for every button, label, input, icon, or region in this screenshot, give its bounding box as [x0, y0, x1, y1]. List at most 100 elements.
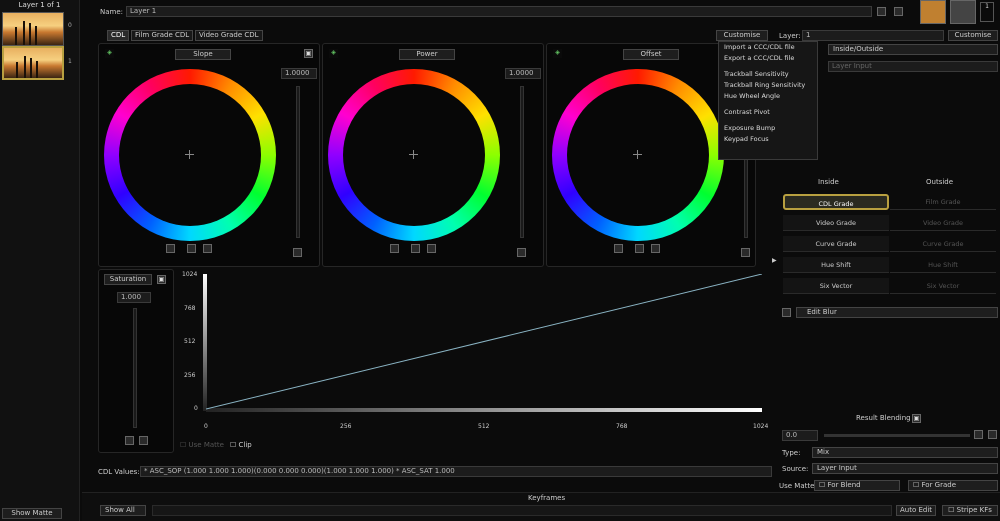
inside-header: Inside: [818, 178, 839, 186]
source-dropdown[interactable]: Layer Input: [812, 463, 998, 474]
power-panel: ◈ Power 1.0000: [322, 43, 544, 267]
sat-option-icon[interactable]: [125, 436, 134, 445]
reset-icon[interactable]: ▣: [157, 275, 166, 284]
inside-curve-grade-button[interactable]: Curve Grade: [783, 236, 889, 252]
reset-icon[interactable]: ▣: [304, 49, 313, 58]
sat-list-icon[interactable]: [139, 436, 148, 445]
wheel-option-icon[interactable]: [390, 244, 399, 253]
menu-item-import-cdl[interactable]: Import a CCC/CDL file: [719, 42, 817, 53]
tab-cdl[interactable]: CDL: [107, 30, 130, 41]
expand-arrow-icon[interactable]: ▶: [772, 257, 777, 264]
wheel-list-icon[interactable]: [635, 244, 644, 253]
curve-graph[interactable]: 1024 768 512 256 0 0 256 512 768 1024: [176, 268, 772, 433]
use-matte-button[interactable]: ☐ Use Matte: [180, 441, 224, 449]
inside-six-vector-button[interactable]: Six Vector: [783, 278, 889, 294]
offset-crosshair[interactable]: [633, 150, 642, 159]
edit-blur-button[interactable]: Edit Blur: [796, 307, 998, 318]
type-dropdown[interactable]: Mix: [812, 447, 998, 458]
saturation-label: Saturation: [109, 275, 147, 283]
show-all-dropdown[interactable]: Show All: [100, 505, 146, 516]
show-matte-button[interactable]: Show Matte: [2, 508, 62, 519]
outside-video-grade-button[interactable]: Video Grade: [890, 215, 996, 231]
cdl-values-field[interactable]: * ASC_SOP (1.000 1.000 1.000)(0.000 0.00…: [140, 466, 772, 477]
name-label: Name:: [100, 8, 124, 16]
color-picker-icon[interactable]: ◈: [553, 49, 562, 58]
wheel-option-icon[interactable]: [166, 244, 175, 253]
blend-list-icon[interactable]: [988, 430, 997, 439]
customise-label: Customise: [723, 31, 761, 39]
person-icon[interactable]: [950, 0, 976, 24]
power-dropdown[interactable]: Power: [399, 49, 455, 60]
slider-reset-icon[interactable]: [517, 248, 526, 257]
keyframe-timeline[interactable]: [152, 505, 892, 516]
slider-reset-icon[interactable]: [741, 248, 750, 257]
result-blending-value[interactable]: 0.0: [782, 430, 818, 441]
paste-icon[interactable]: [894, 7, 903, 16]
inside-video-grade-button[interactable]: Video Grade: [783, 215, 889, 231]
inside-outside-dropdown[interactable]: Inside/Outside: [828, 44, 998, 55]
outside-film-grade-button[interactable]: Film Grade: [890, 194, 996, 210]
menu-item-trackball-ring-sensitivity[interactable]: Trackball Ring Sensitivity: [719, 80, 817, 91]
wheel-list-icon[interactable]: [187, 244, 196, 253]
saturation-dropdown[interactable]: Saturation: [104, 274, 152, 285]
y-tick-label: 0: [194, 405, 198, 412]
menu-item-exposure-bump[interactable]: Exposure Bump: [719, 123, 817, 134]
source-layer-input[interactable]: Layer Input: [828, 61, 998, 72]
layer-field[interactable]: 1: [802, 30, 944, 41]
outside-six-vector-button[interactable]: Six Vector: [890, 278, 996, 294]
customise-right-dropdown[interactable]: Customise: [948, 30, 998, 41]
menu-item-contrast-pivot[interactable]: Contrast Pivot: [719, 107, 817, 118]
customise-right-label: Customise: [954, 31, 992, 39]
power-slider[interactable]: [520, 86, 524, 238]
menu-item-export-cdl[interactable]: Export a CCC/CDL file: [719, 53, 817, 64]
user-avatar-icon[interactable]: [920, 0, 946, 24]
slope-crosshair[interactable]: [185, 150, 194, 159]
wheel-option-icon[interactable]: [614, 244, 623, 253]
inside-hue-shift-button[interactable]: Hue Shift: [783, 257, 889, 273]
menu-item-keypad-focus[interactable]: Keypad Focus: [719, 134, 817, 145]
menu-item-hue-wheel-angle[interactable]: Hue Wheel Angle: [719, 91, 817, 102]
blur-icon[interactable]: [782, 308, 791, 317]
saturation-value[interactable]: 1.000: [117, 292, 151, 303]
stripe-kfs-toggle[interactable]: ☐ Stripe KFs: [942, 505, 998, 516]
color-picker-icon[interactable]: ◈: [329, 49, 338, 58]
for-grade-toggle[interactable]: ☐ For Grade: [908, 480, 998, 491]
menu-item-trackball-sensitivity[interactable]: Trackball Sensitivity: [719, 69, 817, 80]
power-crosshair[interactable]: [409, 150, 418, 159]
inside-cdl-grade-button[interactable]: CDL Grade: [783, 194, 889, 210]
copy-icon[interactable]: [877, 7, 886, 16]
layer-label: Layer:: [779, 32, 801, 40]
blend-option-icon[interactable]: [974, 430, 983, 439]
layer-thumbnail-1[interactable]: [2, 46, 64, 80]
customise-dropdown[interactable]: Customise: [716, 30, 768, 41]
slope-slider[interactable]: [296, 86, 300, 238]
layer-panel: Layer 1 of 1 0 1: [0, 0, 80, 521]
power-value[interactable]: 1.0000: [505, 68, 541, 79]
view-count-icon[interactable]: 1: [980, 2, 994, 22]
offset-dropdown[interactable]: Offset: [623, 49, 679, 60]
slider-reset-icon[interactable]: [293, 248, 302, 257]
tab-video-grade-cdl[interactable]: Video Grade CDL: [195, 30, 263, 41]
wheel-list-icon[interactable]: [411, 244, 420, 253]
slope-dropdown[interactable]: Slope: [175, 49, 231, 60]
slope-value[interactable]: 1.0000: [281, 68, 317, 79]
blend-slider[interactable]: [824, 434, 970, 437]
for-blend-toggle[interactable]: ☐ For Blend: [814, 480, 900, 491]
result-blending-reset-icon[interactable]: ▣: [912, 414, 921, 423]
color-picker-icon[interactable]: ◈: [105, 49, 114, 58]
layer-thumbnail-0[interactable]: [2, 12, 64, 46]
for-grade-label: For Grade: [921, 481, 957, 489]
wheel-reset-icon[interactable]: [427, 244, 436, 253]
clip-button[interactable]: ☐ Clip: [230, 441, 252, 449]
tab-film-grade-cdl[interactable]: Film Grade CDL: [131, 30, 194, 41]
outside-curve-grade-button[interactable]: Curve Grade: [890, 236, 996, 252]
wheel-reset-icon[interactable]: [203, 244, 212, 253]
name-field[interactable]: Layer 1: [126, 6, 872, 17]
saturation-slider[interactable]: [133, 308, 137, 428]
wheel-reset-icon[interactable]: [651, 244, 660, 253]
keyframes-title: Keyframes: [528, 494, 566, 502]
clip-label: Clip: [238, 441, 252, 449]
outside-hue-shift-button[interactable]: Hue Shift: [890, 257, 996, 273]
auto-edit-button[interactable]: Auto Edit: [896, 505, 936, 516]
curve-line[interactable]: [206, 274, 762, 410]
